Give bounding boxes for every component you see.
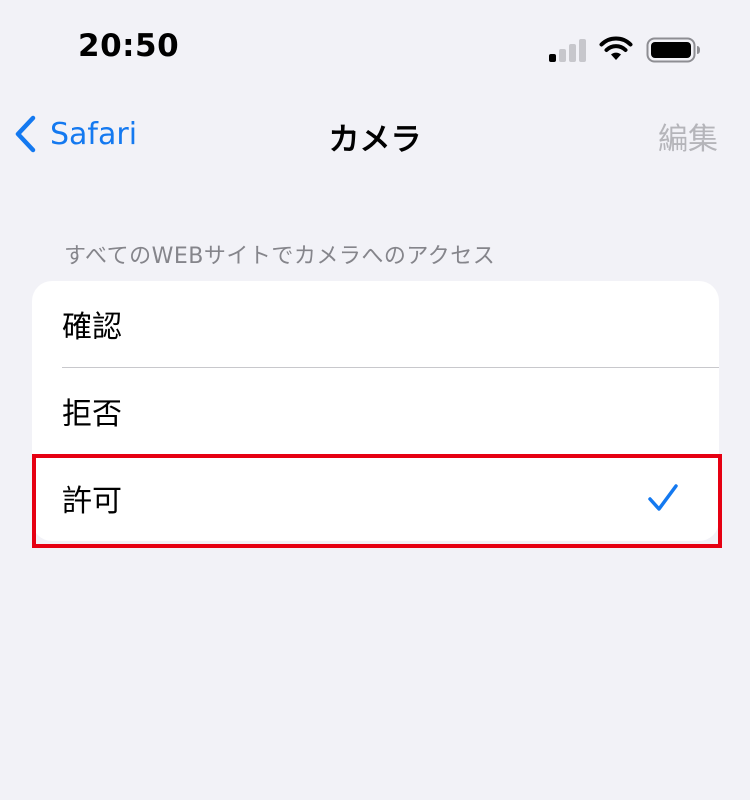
checkmark-icon (647, 483, 679, 517)
option-label: 許可 (62, 484, 122, 519)
navigation-bar: Safari カメラ 編集 (0, 100, 750, 170)
option-label: 拒否 (62, 397, 122, 432)
section-header: すべてのWEBサイトでカメラへのアクセス (64, 244, 496, 269)
status-time: 20:50 (78, 28, 180, 64)
edit-button[interactable]: 編集 (658, 114, 718, 158)
option-allow[interactable]: 許可 (32, 455, 719, 541)
cellular-signal-icon (548, 38, 588, 66)
status-bar: 20:50 (0, 0, 750, 100)
battery-icon (646, 37, 702, 67)
camera-access-options: 確認 拒否 許可 (32, 281, 719, 541)
page-title: カメラ (328, 122, 422, 158)
wifi-icon (598, 36, 634, 66)
option-ask[interactable]: 確認 (32, 281, 719, 367)
option-label: 確認 (62, 310, 122, 345)
option-deny[interactable]: 拒否 (32, 368, 719, 454)
